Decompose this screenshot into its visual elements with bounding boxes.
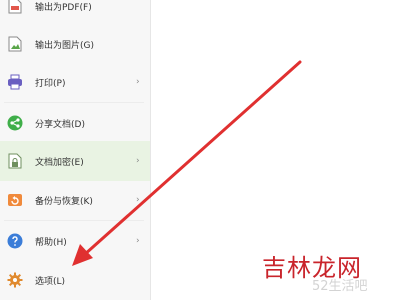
watermark-subtext: 52生活吧 [312,279,368,294]
